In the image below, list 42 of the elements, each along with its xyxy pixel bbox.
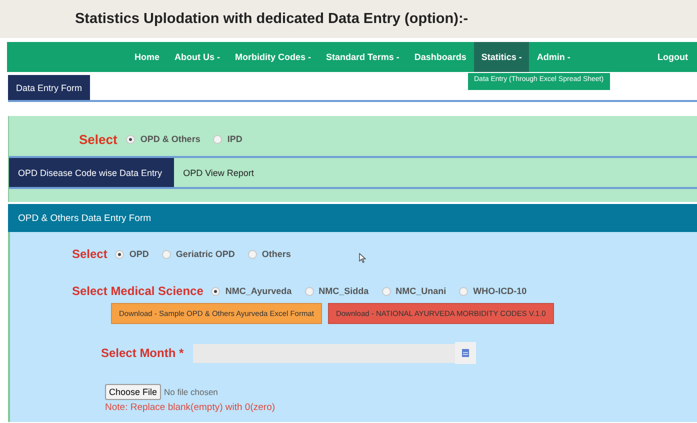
nav-menu-item[interactable]: Standard Terms -	[318, 42, 407, 72]
file-status: No file chosen	[164, 387, 218, 397]
tab[interactable]: OPD Disease Code wise Data Entry	[9, 158, 174, 187]
logout-link[interactable]: Logout	[650, 42, 697, 72]
nav-menu-item[interactable]: Morbidity Codes -	[228, 42, 319, 72]
choose-file-button[interactable]: Choose File	[105, 384, 162, 400]
radio-label[interactable]: NMC_Unani	[396, 286, 446, 296]
radio-button[interactable]	[459, 286, 468, 296]
radio-button[interactable]	[126, 134, 136, 144]
nav-menu-item[interactable]: About Us -	[167, 42, 228, 72]
radio-label[interactable]: NMC_Ayurveda	[225, 286, 292, 296]
field-label: Select	[72, 247, 108, 261]
month-field[interactable]	[193, 344, 455, 362]
radio-label[interactable]: Others	[262, 249, 291, 259]
radio-label[interactable]: Geriatric OPD	[176, 249, 235, 259]
radio-label[interactable]: OPD & Others	[140, 134, 200, 144]
nav-tab[interactable]: Data Entry Form	[8, 75, 90, 100]
field-label: Select	[79, 132, 118, 146]
nav-menu-item[interactable]: Statitics -	[474, 42, 530, 72]
nav-menu-item[interactable]: Home	[127, 42, 168, 72]
radio-button[interactable]	[213, 134, 222, 144]
note-text: Note: Replace blank(empty) with 0(zero)	[104, 402, 276, 413]
tab[interactable]: OPD View Report	[174, 158, 266, 187]
radio-button[interactable]	[248, 250, 257, 258]
radio-button[interactable]	[382, 286, 391, 296]
nav-menu-item[interactable]: Admin -	[529, 42, 578, 72]
field-label: Select Month *	[101, 346, 185, 360]
radio-button[interactable]	[304, 286, 314, 296]
calendar-icon	[462, 349, 469, 357]
calendar-button[interactable]	[455, 342, 476, 364]
page-heading: Statistics Uplodation with dedicated Data Entry (option):-	[75, 11, 468, 27]
field-label: Select Medical Science	[72, 284, 204, 298]
radio-label[interactable]: IPD	[227, 134, 242, 144]
radio-label[interactable]: WHO-ICD-10	[473, 286, 527, 296]
nav-menu-item[interactable]: Dashboards	[406, 42, 474, 72]
radio-label[interactable]: NMC_Sidda	[318, 286, 369, 296]
radio-label[interactable]: OPD	[129, 249, 149, 259]
form-header: OPD & Others Data Entry Form	[8, 204, 697, 232]
radio-button[interactable]	[211, 286, 220, 296]
radio-button[interactable]	[115, 250, 124, 258]
mouse-cursor-icon	[359, 253, 366, 263]
radio-button[interactable]	[162, 250, 171, 258]
